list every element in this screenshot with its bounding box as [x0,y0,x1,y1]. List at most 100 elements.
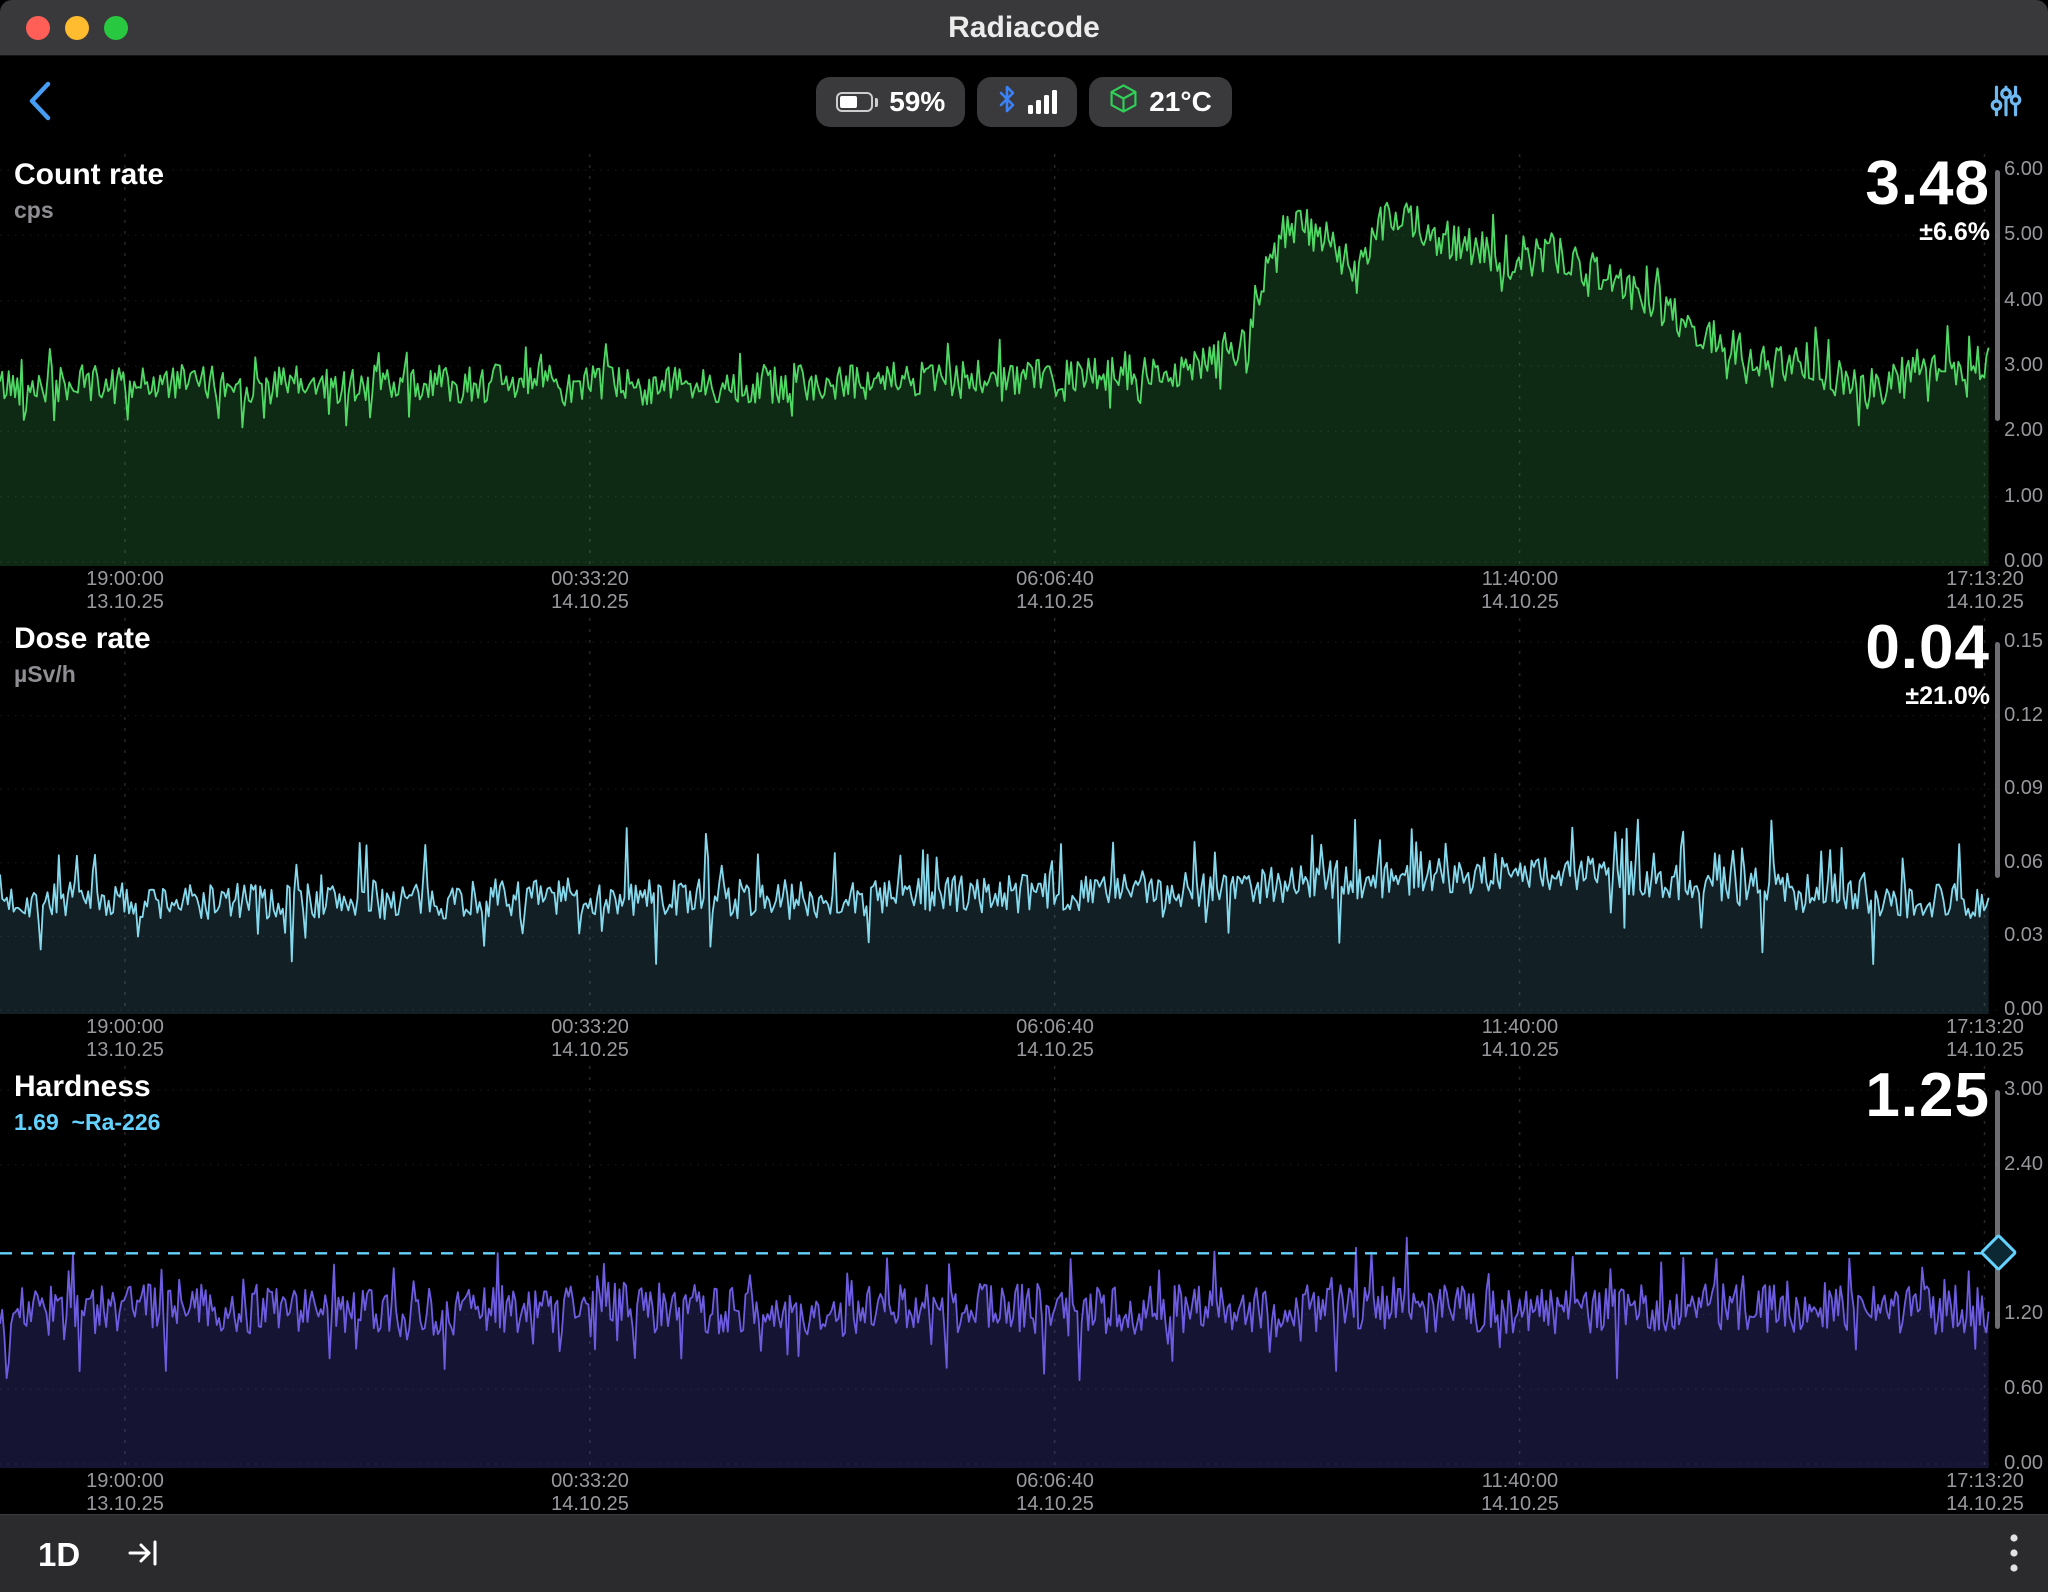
y-axis-tick-label: 0.15 [1999,630,2043,653]
arrow-to-end-icon [126,1535,162,1574]
y-axis-tick-label: 0.00 [1999,550,2043,573]
tick-time: 11:40:00 [1481,1016,1559,1039]
x-axis-tick-label: 19:00:0013.10.25 [86,568,164,614]
dose-rate-plot[interactable] [0,612,2048,1014]
tick-date: 13.10.25 [86,591,164,614]
signal-strength-icon [1028,90,1057,114]
hardness-plot-area: Hardness 1.69 ~Ra-226 1.25 3.002.401.200… [0,1060,2048,1468]
tick-date: 14.10.25 [551,591,629,614]
y-axis-tick-label: 3.00 [1999,354,2043,377]
count-rate-plot-area: Count rate cps 3.48 ±6.6% 6.00 5.00 4.00 3.… [0,148,2048,566]
x-axis: 19:00:0013.10.2500:33:2014.10.2506:06:40… [0,1014,2048,1060]
tick-date: 14.10.25 [551,1493,629,1516]
y-axis-tick-label: 0.12 [1999,704,2043,727]
y-scale-scrollbar[interactable] [1995,642,2000,878]
current-value: 1.25 [1865,1064,1990,1127]
minimize-button[interactable] [65,16,89,40]
tick-date: 14.10.25 [1016,1039,1094,1062]
bluetooth-icon [997,84,1017,121]
hardness-plot[interactable] [0,1060,2048,1468]
chart-dose-rate: Dose rate µSv/h 0.04 ±21.0% 0.15 0.12 0.09… [0,612,2048,1060]
x-axis-tick-label: 17:13:2014.10.25 [1946,1016,2024,1062]
titlebar: Radiacode [0,0,2048,56]
tick-date: 14.10.25 [1946,591,2024,614]
x-axis-tick-label: 17:13:2014.10.25 [1946,568,2024,614]
ellipsis-vertical-icon [2008,1532,2020,1577]
tick-time: 00:33:20 [551,1016,629,1039]
uncertainty-value: ±21.0% [1865,682,1990,711]
chart-header: Count rate cps [14,158,164,224]
y-axis: 0.150.120.090.060.030.00 [1998,612,2048,1014]
tick-date: 13.10.25 [86,1039,164,1062]
current-value: 0.04 [1865,616,1990,679]
current-value-box: 3.48 ±6.6% [1865,152,1990,247]
x-axis-tick-label: 19:00:0013.10.25 [86,1470,164,1516]
fullscreen-button[interactable] [104,16,128,40]
y-scale-scrollbar[interactable] [1995,1090,2000,1329]
x-axis-tick-label: 06:06:4014.10.25 [1016,1016,1094,1062]
window-title: Radiacode [0,11,2048,45]
y-scale-scrollbar[interactable] [1995,170,2000,421]
time-range-button[interactable]: 1D [38,1536,80,1574]
y-axis-tick-label: 4.00 [1999,289,2043,312]
close-button[interactable] [26,16,50,40]
y-axis-tick-label: 1.00 [1999,485,2043,508]
chart-header: Dose rate µSv/h [14,622,151,688]
tick-time: 19:00:00 [86,1016,164,1039]
toolbar: 59% 21°C [0,56,2048,148]
x-axis: 19:00:0013.10.25 00:33:2014.10.25 06:06:40… [0,566,2048,612]
tick-date: 14.10.25 [1016,1493,1094,1516]
tick-time: 06:06:40 [1016,1016,1094,1039]
tick-date: 14.10.25 [1946,1493,2024,1516]
x-axis-tick-label: 00:33:2014.10.25 [551,568,629,614]
device-status-pills: 59% 21°C [816,77,1232,127]
x-axis-tick-label: 19:00:0013.10.25 [86,1016,164,1062]
x-axis-tick-label: 06:06:4014.10.25 [1016,1470,1094,1516]
tick-date: 14.10.25 [1481,1039,1559,1062]
y-axis-tick-label: 1.20 [1999,1302,2043,1325]
x-axis-tick-label: 11:40:0014.10.25 [1481,568,1559,614]
sliders-icon [1988,83,2024,122]
series-area [0,1238,1989,1468]
tick-time: 19:00:00 [86,568,164,591]
back-button[interactable] [26,80,53,125]
display-settings-button[interactable] [1988,83,2024,122]
cube-icon [1109,83,1138,121]
skip-to-latest-button[interactable] [126,1535,162,1574]
current-value: 3.48 [1865,152,1990,215]
y-axis-tick-label: 6.00 [1999,158,2043,181]
y-axis-tick-label: 0.00 [1999,1452,2043,1475]
x-axis-tick-label: 11:40:0014.10.25 [1481,1016,1559,1062]
tick-time: 11:40:00 [1481,568,1559,591]
tick-time: 06:06:40 [1016,568,1094,591]
chart-title: Dose rate [14,622,151,656]
chevron-left-icon [26,80,53,125]
series-area [0,820,1989,1014]
chart-count-rate: Count rate cps 3.48 ±6.6% 6.00 5.00 4.00 3.… [0,148,2048,612]
x-axis-tick-label: 11:40:0014.10.25 [1481,1470,1559,1516]
x-axis-tick-label: 17:13:2014.10.25 [1946,1470,2024,1516]
chart-hardness: Hardness 1.69 ~Ra-226 1.25 3.002.401.200… [0,1060,2048,1514]
y-axis-tick-label: 5.00 [1999,223,2043,246]
tick-date: 14.10.25 [1946,1039,2024,1062]
x-axis: 19:00:0013.10.25 00:33:2014.10.25 06:06:40… [0,1468,2048,1514]
isotope-match-label: 1.69 ~Ra-226 [14,1109,160,1136]
chart-header: Hardness 1.69 ~Ra-226 [14,1070,160,1136]
x-axis-tick-label: 00:33:2014.10.25 [551,1470,629,1516]
y-axis-tick-label: 0.60 [1999,1377,2043,1400]
chart-title: Count rate [14,158,164,192]
more-menu-button[interactable] [2008,1532,2020,1577]
chart-unit-label: µSv/h [14,661,151,688]
y-axis: 6.005.004.003.002.001.000.00 [1998,148,2048,566]
battery-icon [836,92,878,112]
uncertainty-value: ±6.6% [1865,218,1990,247]
tick-date: 14.10.25 [551,1039,629,1062]
chart-unit-label: cps [14,197,164,224]
current-value-box: 0.04 ±21.0% [1865,616,1990,711]
y-axis-tick-label: 0.03 [1999,924,2043,947]
y-axis-tick-label: 0.09 [1999,777,2043,800]
y-axis-tick-label: 3.00 [1999,1078,2043,1101]
temperature-status-pill: 21°C [1089,77,1232,127]
count-rate-plot[interactable] [0,148,2048,566]
battery-percent-label: 59% [889,86,945,118]
